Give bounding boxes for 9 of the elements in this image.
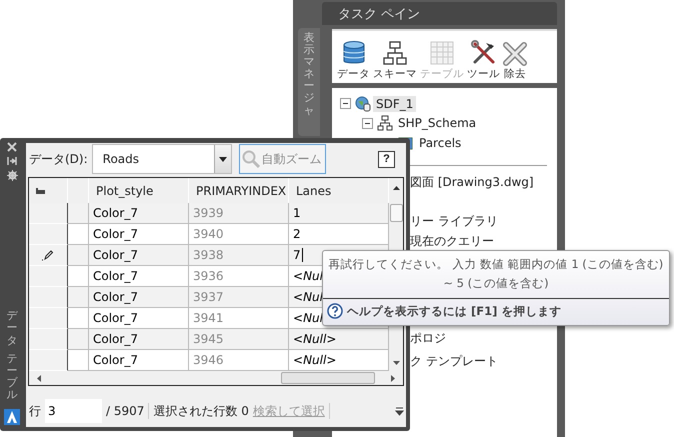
help-hint: ヘルプを表示するには [F1] を押します xyxy=(347,304,562,318)
row-label: 行 xyxy=(29,402,41,420)
row-total: / 5907 xyxy=(106,404,144,418)
selected-count: 選択された行数 0 xyxy=(153,402,249,420)
validation-message: 再試行してください。 入力 数値 範囲内の値 1 (この値を含む) ~ 5 (この値を含む) xyxy=(323,251,669,299)
side-title: データ xyxy=(6,310,18,347)
data-label: データ(D): xyxy=(29,150,88,168)
pane-title: タスク ペイン xyxy=(337,6,420,22)
side-title: テーブル xyxy=(6,352,18,401)
